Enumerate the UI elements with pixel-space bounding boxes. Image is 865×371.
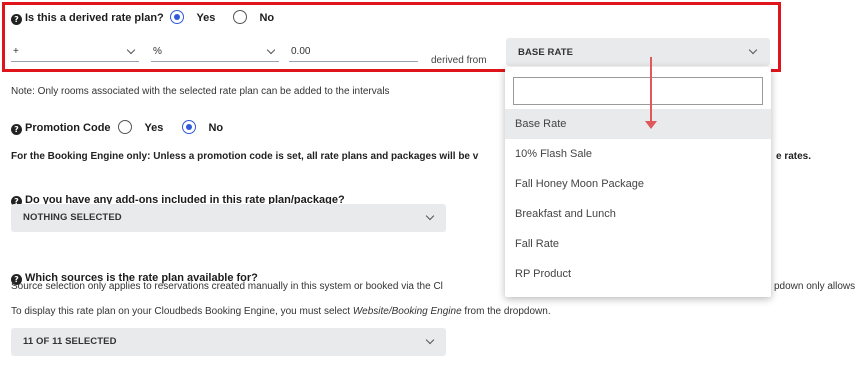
promotion-yes-radio[interactable] xyxy=(118,120,132,134)
chevron-down-icon xyxy=(425,335,435,345)
derived-question-label: Is this a derived rate plan? xyxy=(25,12,164,24)
addons-select[interactable]: NOTHING SELECTED xyxy=(11,204,446,232)
display-note-emphasis: Website/Booking Engine xyxy=(352,306,462,317)
annotation-arrow-head xyxy=(645,121,657,129)
promotion-no-option[interactable]: No xyxy=(182,118,223,136)
unit-value: % xyxy=(153,46,162,57)
promotion-yes-label: Yes xyxy=(144,122,164,134)
derived-yes-radio[interactable] xyxy=(170,10,184,24)
dropdown-option-flash-sale[interactable]: 10% Flash Sale xyxy=(505,139,771,169)
promotion-label: Promotion Code xyxy=(25,122,111,134)
dropdown-option-base-rate[interactable]: Base Rate xyxy=(505,109,771,139)
addons-select-value: NOTHING SELECTED xyxy=(23,212,122,223)
base-rate-select-value: BASE RATE xyxy=(518,47,574,58)
derived-yes-option[interactable]: Yes xyxy=(170,8,215,26)
chevron-down-icon xyxy=(266,45,276,55)
display-note-suffix: from the dropdown. xyxy=(461,306,551,317)
annotation-arrow xyxy=(650,57,652,123)
sources-description: Source selection only applies to reserva… xyxy=(11,281,443,292)
sources-select[interactable]: 11 OF 11 SELECTED xyxy=(11,328,446,356)
promotion-no-radio[interactable] xyxy=(182,120,196,134)
help-icon: ? xyxy=(11,124,22,135)
dropdown-option-rp-product[interactable]: RP Product xyxy=(505,259,771,289)
promotion-yes-option[interactable]: Yes xyxy=(118,118,163,136)
sources-select-value: 11 OF 11 SELECTED xyxy=(23,336,117,347)
operator-select[interactable]: + xyxy=(11,44,139,62)
amount-value: 0.00 xyxy=(291,46,311,57)
help-icon: ? xyxy=(11,14,22,25)
rooms-note: Note: Only rooms associated with the sel… xyxy=(11,86,390,97)
chevron-down-icon xyxy=(126,45,136,55)
operator-value: + xyxy=(13,46,19,57)
promotion-no-label: No xyxy=(208,122,224,134)
rate-plan-dropdown: Base Rate 10% Flash Sale Fall Honey Moon… xyxy=(505,67,771,297)
booking-engine-note: For the Booking Engine only: Unless a pr… xyxy=(11,151,479,162)
dropdown-option-honey-moon[interactable]: Fall Honey Moon Package xyxy=(505,169,771,199)
derived-question-row: ? Is this a derived rate plan? xyxy=(11,8,164,26)
derived-no-label: No xyxy=(259,12,275,24)
derived-no-radio[interactable] xyxy=(233,10,247,24)
sources-description-tail: pdown only allows xyxy=(774,281,856,292)
chevron-down-icon xyxy=(748,45,758,55)
dropdown-option-breakfast-lunch[interactable]: Breakfast and Lunch xyxy=(505,199,771,229)
derived-yes-label: Yes xyxy=(196,12,216,24)
dropdown-search-input[interactable] xyxy=(513,77,763,105)
promotion-row: ? Promotion Code xyxy=(11,118,111,136)
amount-input[interactable]: 0.00 xyxy=(289,44,418,62)
booking-engine-note-tail: e rates. xyxy=(776,151,812,162)
chevron-down-icon xyxy=(425,211,435,221)
unit-select[interactable]: % xyxy=(151,44,279,62)
derived-no-option[interactable]: No xyxy=(233,8,274,26)
booking-engine-display-note: To display this rate plan on your Cloudb… xyxy=(11,306,551,317)
base-rate-select[interactable]: BASE RATE xyxy=(506,38,770,66)
dropdown-option-fall-rate[interactable]: Fall Rate xyxy=(505,229,771,259)
display-note-prefix: To display this rate plan on your Cloudb… xyxy=(11,306,353,317)
derived-from-label: derived from xyxy=(431,55,487,66)
